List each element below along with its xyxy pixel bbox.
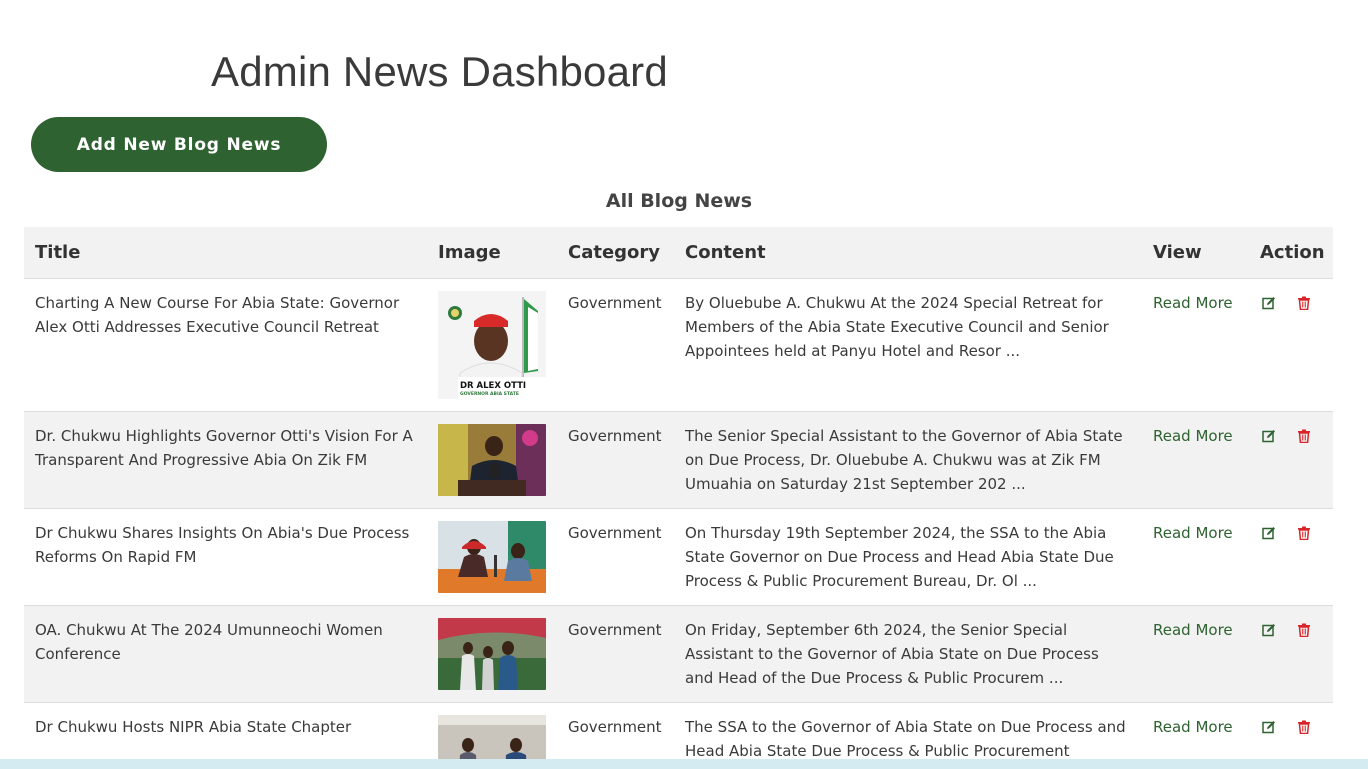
news-view-cell: Read More (1142, 278, 1249, 412)
thumbnail-caption: DR ALEX OTTI (460, 381, 526, 391)
news-view-cell: Read More (1142, 605, 1249, 703)
news-view-cell: Read More (1142, 411, 1249, 509)
column-header-title: Title (24, 227, 427, 279)
edit-icon[interactable] (1262, 720, 1276, 734)
news-category: Government (557, 605, 674, 703)
news-image-cell (427, 508, 557, 606)
news-thumbnail (438, 520, 546, 593)
add-news-button[interactable]: Add New Blog News (31, 117, 327, 172)
trash-icon[interactable] (1297, 429, 1311, 443)
news-actions (1249, 605, 1333, 703)
news-image-cell: DR ALEX OTTI GOVERNOR ABIA STATE (427, 278, 557, 412)
news-content: The Senior Special Assistant to the Gove… (674, 411, 1142, 509)
admin-dashboard-page: Admin News Dashboard Add New Blog News A… (0, 0, 1368, 769)
column-header-action: Action (1249, 227, 1333, 279)
news-table: Title Image Category Content View Action… (24, 227, 1333, 769)
trash-icon[interactable] (1297, 526, 1311, 540)
news-title: Dr. Chukwu Highlights Governor Otti's Vi… (24, 411, 427, 509)
bottom-scroll-strip (0, 759, 1368, 769)
news-category: Government (557, 508, 674, 606)
news-image-cell (427, 605, 557, 703)
news-thumbnail (438, 617, 546, 690)
column-header-view: View (1142, 227, 1249, 279)
section-title: All Blog News (605, 190, 753, 212)
thumbnail-subcaption: GOVERNOR ABIA STATE (460, 391, 519, 397)
news-thumbnail (438, 423, 546, 496)
news-title: OA. Chukwu At The 2024 Umunneochi Women … (24, 605, 427, 703)
trash-icon[interactable] (1297, 720, 1311, 734)
read-more-link[interactable]: Read More (1153, 718, 1233, 736)
table-row: Dr. Chukwu Highlights Governor Otti's Vi… (24, 411, 1333, 509)
news-category: Government (557, 278, 674, 412)
page-title: Admin News Dashboard (211, 48, 668, 95)
news-actions (1249, 411, 1333, 509)
edit-icon[interactable] (1262, 296, 1276, 310)
read-more-link[interactable]: Read More (1153, 294, 1233, 312)
news-title: Charting A New Course For Abia State: Go… (24, 278, 427, 412)
table-row: Dr Chukwu Shares Insights On Abia's Due … (24, 508, 1333, 606)
table-row: OA. Chukwu At The 2024 Umunneochi Women … (24, 605, 1333, 703)
column-header-image: Image (427, 227, 557, 279)
edit-icon[interactable] (1262, 429, 1276, 443)
trash-icon[interactable] (1297, 623, 1311, 637)
news-content: On Friday, September 6th 2024, the Senio… (674, 605, 1142, 703)
read-more-link[interactable]: Read More (1153, 427, 1233, 445)
news-view-cell: Read More (1142, 508, 1249, 606)
read-more-link[interactable]: Read More (1153, 621, 1233, 639)
news-title: Dr Chukwu Shares Insights On Abia's Due … (24, 508, 427, 606)
table-header-row: Title Image Category Content View Action (24, 227, 1333, 279)
read-more-link[interactable]: Read More (1153, 524, 1233, 542)
trash-icon[interactable] (1297, 296, 1311, 310)
news-category: Government (557, 411, 674, 509)
news-content: By Oluebube A. Chukwu At the 2024 Specia… (674, 278, 1142, 412)
news-actions (1249, 278, 1333, 412)
table-row: Charting A New Course For Abia State: Go… (24, 278, 1333, 412)
edit-icon[interactable] (1262, 526, 1276, 540)
news-content: On Thursday 19th September 2024, the SSA… (674, 508, 1142, 606)
news-thumbnail: DR ALEX OTTI GOVERNOR ABIA STATE (438, 290, 546, 399)
column-header-content: Content (674, 227, 1142, 279)
news-image-cell (427, 411, 557, 509)
news-actions (1249, 508, 1333, 606)
column-header-category: Category (557, 227, 674, 279)
edit-icon[interactable] (1262, 623, 1276, 637)
